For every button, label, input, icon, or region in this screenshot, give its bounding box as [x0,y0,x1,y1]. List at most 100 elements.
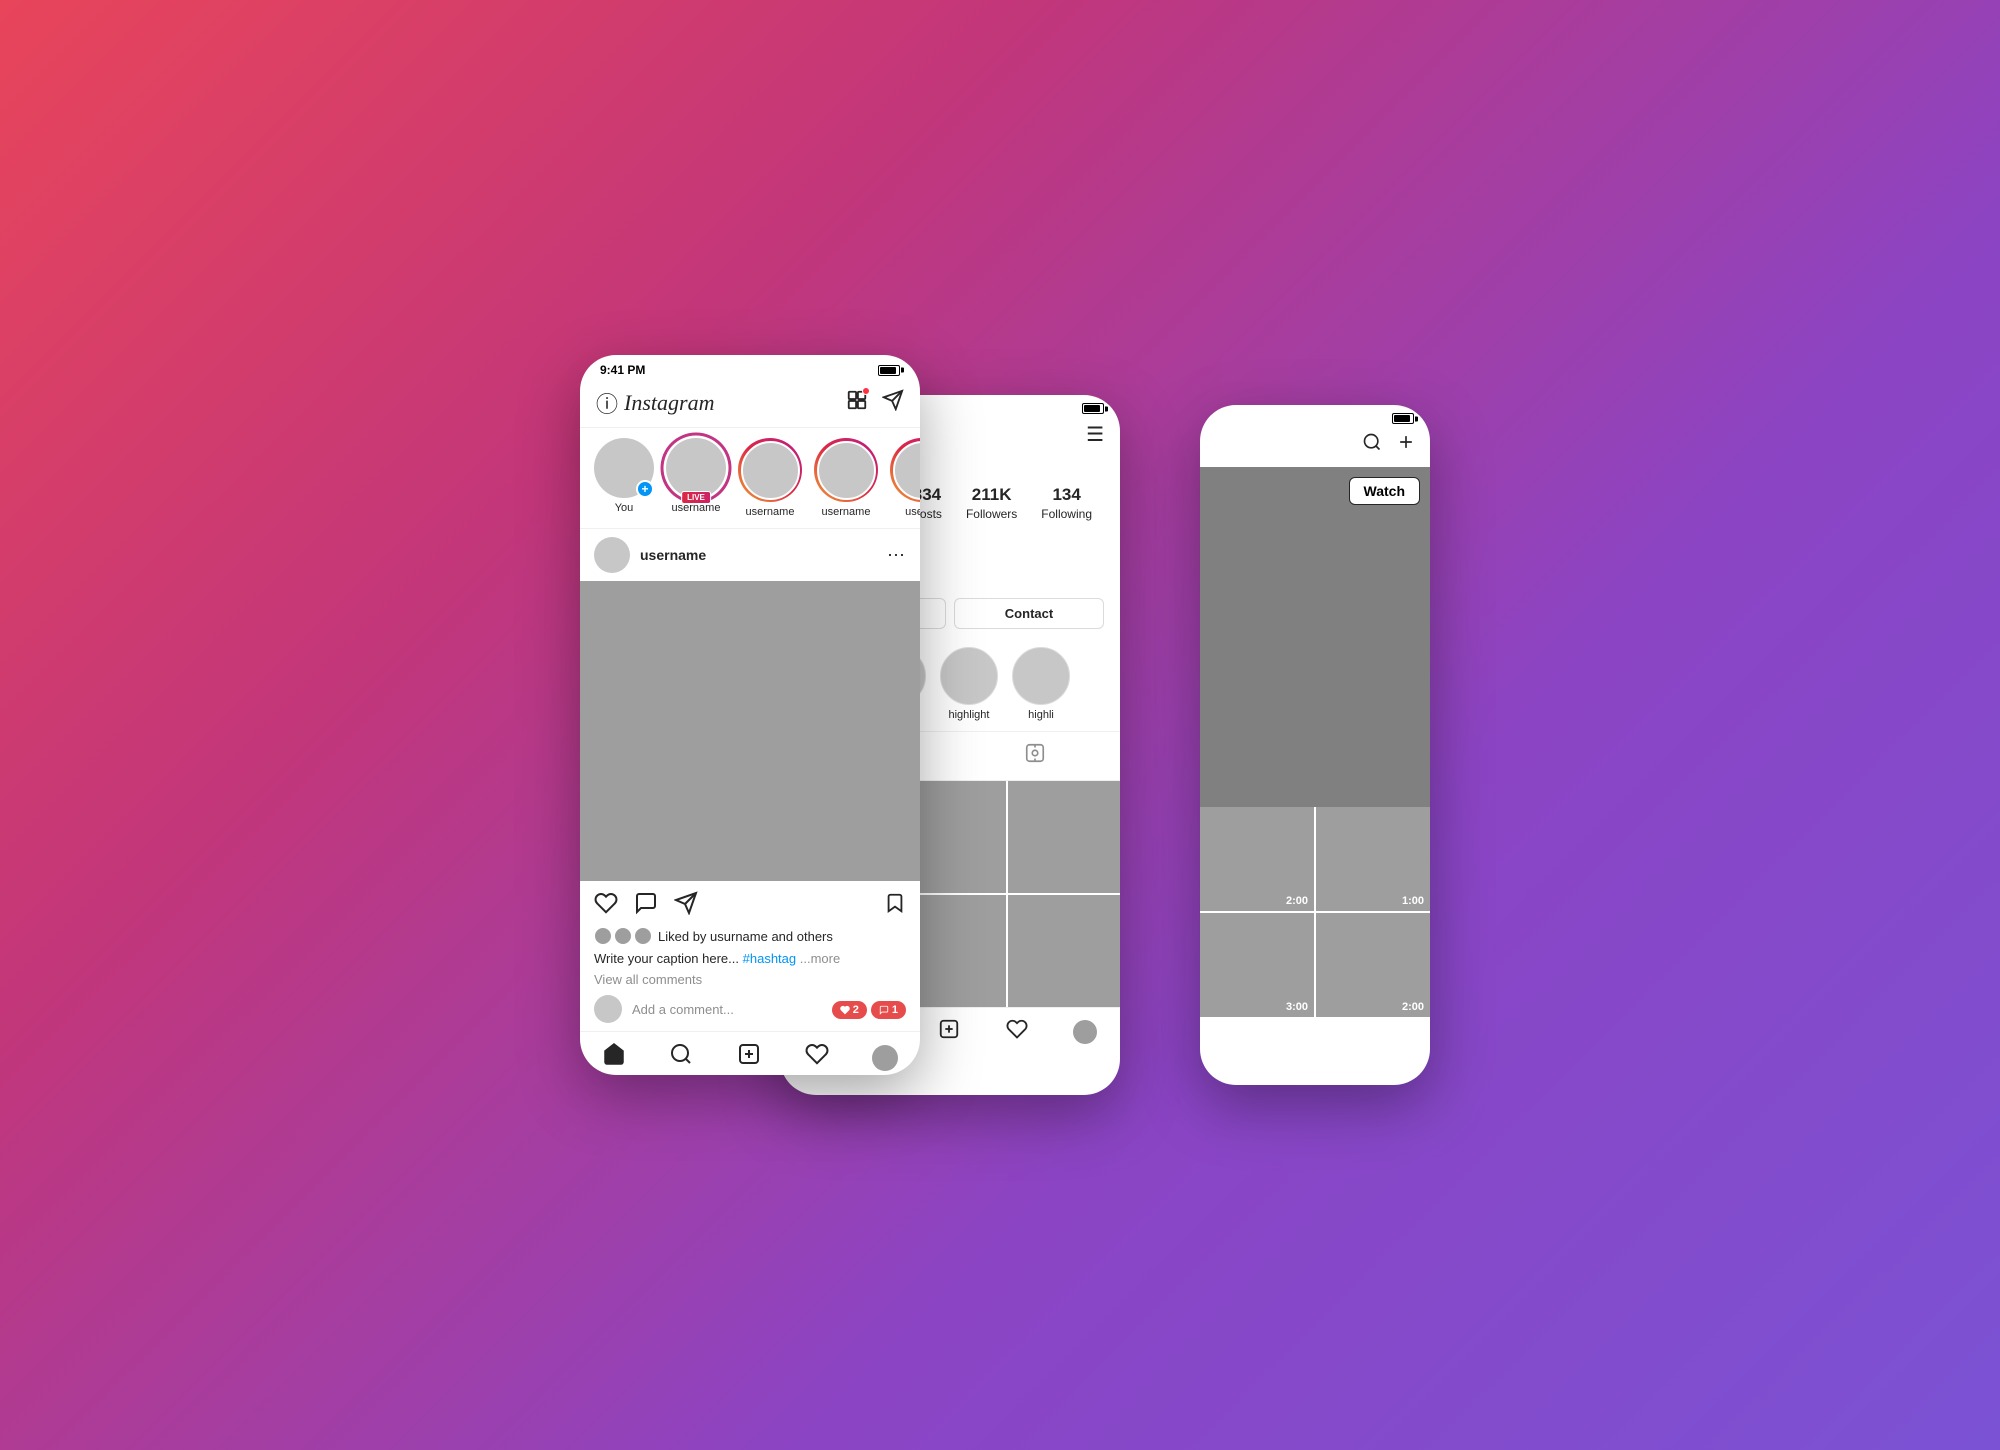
video-time-1: 2:00 [1286,895,1308,907]
notif-like-count: 2 [853,1004,859,1016]
comment-button[interactable] [634,891,658,921]
post-header: username ⋯ [580,529,920,581]
video-cell-3[interactable]: 3:00 [1200,913,1314,1017]
feed-header: ⓘ Instagram [580,381,920,428]
phone-right: Watch 2:00 1:00 3:00 2:00 [1200,405,1430,1085]
following-label: Following [1041,507,1092,521]
story-item-3[interactable]: username [738,438,802,518]
followers-count: 211K [972,485,1012,505]
caption-text: Write your caption here... [594,951,739,966]
story-item-you[interactable]: + You [594,438,654,518]
phone-feed: 9:41 PM ⓘ Instagram [580,355,920,1075]
likes-text: Liked by usurname and others [658,929,833,944]
camera-icon[interactable]: ⓘ [596,387,618,419]
activity-badge [862,387,870,395]
post-actions [580,881,920,927]
notification-bubble: 2 1 [832,1001,906,1019]
contact-button[interactable]: Contact [954,598,1104,629]
nav-heart[interactable] [805,1042,829,1073]
video-grid: 2:00 1:00 3:00 2:00 [1200,807,1430,1017]
tab-tag-icon[interactable] [1024,742,1046,770]
like-button[interactable] [594,891,618,921]
video-cell-4[interactable]: 2:00 [1316,913,1430,1017]
story-inner-3 [741,441,800,500]
story-inner-5 [893,441,921,500]
status-bar-right [1200,405,1430,428]
story-label-you: You [615,502,634,514]
more-dots[interactable]: ⋯ [887,545,906,566]
hamburger-icon[interactable]: ☰ [1086,422,1104,447]
stories-row: + You LIVE username username [580,428,920,529]
header-left: ⓘ Instagram [596,387,714,419]
video-main-area: Watch [1200,467,1430,807]
post-image [580,581,920,881]
hashtag-text[interactable]: #hashtag [743,951,797,966]
like-bubble-2 [614,927,632,945]
nav-add[interactable] [737,1042,761,1073]
story-ring-5 [890,438,920,502]
caption-more[interactable]: ...more [800,951,840,966]
bookmark-button[interactable] [884,892,906,920]
story-label-4: username [822,506,871,518]
story-label-3: username [746,506,795,518]
nav2-heart[interactable] [1006,1018,1028,1045]
like-bubble-3 [634,927,652,945]
live-badge: LIVE [681,491,711,504]
video-time-4: 2:00 [1402,1001,1424,1013]
stat-following[interactable]: 134 Following [1041,485,1092,521]
nav-avatar[interactable] [872,1045,898,1071]
battery-icon [878,365,900,376]
share-button[interactable] [674,891,698,921]
right-add-icon[interactable] [1396,432,1416,457]
activity-icon[interactable] [846,389,868,417]
liked-by-text: Liked by usurname and others [658,929,833,944]
video-time-3: 3:00 [1286,1001,1308,1013]
story-inner-4 [817,441,876,500]
highlight-label-4: highli [1028,709,1054,721]
video-time-2: 1:00 [1402,895,1424,907]
comment-row: Add a comment... 2 1 [580,989,920,1031]
direct-icon[interactable] [882,389,904,417]
video-cell-2[interactable]: 1:00 [1316,807,1430,911]
story-item-live[interactable]: LIVE username [666,438,726,518]
video-cell-1[interactable]: 2:00 [1200,807,1314,911]
highlight-item-4[interactable]: highli [1012,647,1070,721]
add-story-btn[interactable]: + [636,480,654,498]
battery-icon-profile [1082,403,1104,414]
grid-cell-6[interactable] [1008,895,1120,1007]
highlight-circle-4 [1012,647,1070,705]
post-avatar [594,537,630,573]
nav2-add[interactable] [938,1018,960,1045]
header-right [846,389,904,417]
story-item-5[interactable]: userna [890,438,920,518]
battery-icon-right [1392,413,1414,424]
story-item-4[interactable]: username [814,438,878,518]
highlight-item-3[interactable]: highlight [940,647,998,721]
notif-comment: 1 [871,1001,906,1019]
phones-container: 9:41 PM ⓘ Instagram [550,275,1450,1175]
following-count: 134 [1052,485,1080,505]
right-header [1200,428,1430,467]
nav2-profile[interactable] [1073,1020,1097,1044]
right-search-icon[interactable] [1362,432,1382,457]
time-label: 9:41 PM [600,363,645,377]
notif-comment-count: 1 [892,1004,898,1016]
nav-search[interactable] [669,1042,693,1073]
story-ring-3 [738,438,802,502]
story-ring-4 [814,438,878,502]
likes-row: Liked by usurname and others [580,927,920,949]
highlight-label-3: highlight [949,709,990,721]
stat-followers[interactable]: 211K Followers [966,485,1017,521]
status-bar-feed: 9:41 PM [580,355,920,381]
watch-button[interactable]: Watch [1349,477,1420,505]
followers-label: Followers [966,507,1017,521]
your-story-avatar: + [594,438,654,498]
live-story-avatar: LIVE [666,438,726,498]
action-left [594,891,698,921]
notif-like: 2 [832,1001,867,1019]
nav-home[interactable] [602,1042,626,1073]
story-label-5: userna [905,506,920,518]
view-comments[interactable]: View all comments [580,970,920,989]
like-bubble-1 [594,927,612,945]
grid-cell-3[interactable] [1008,781,1120,893]
